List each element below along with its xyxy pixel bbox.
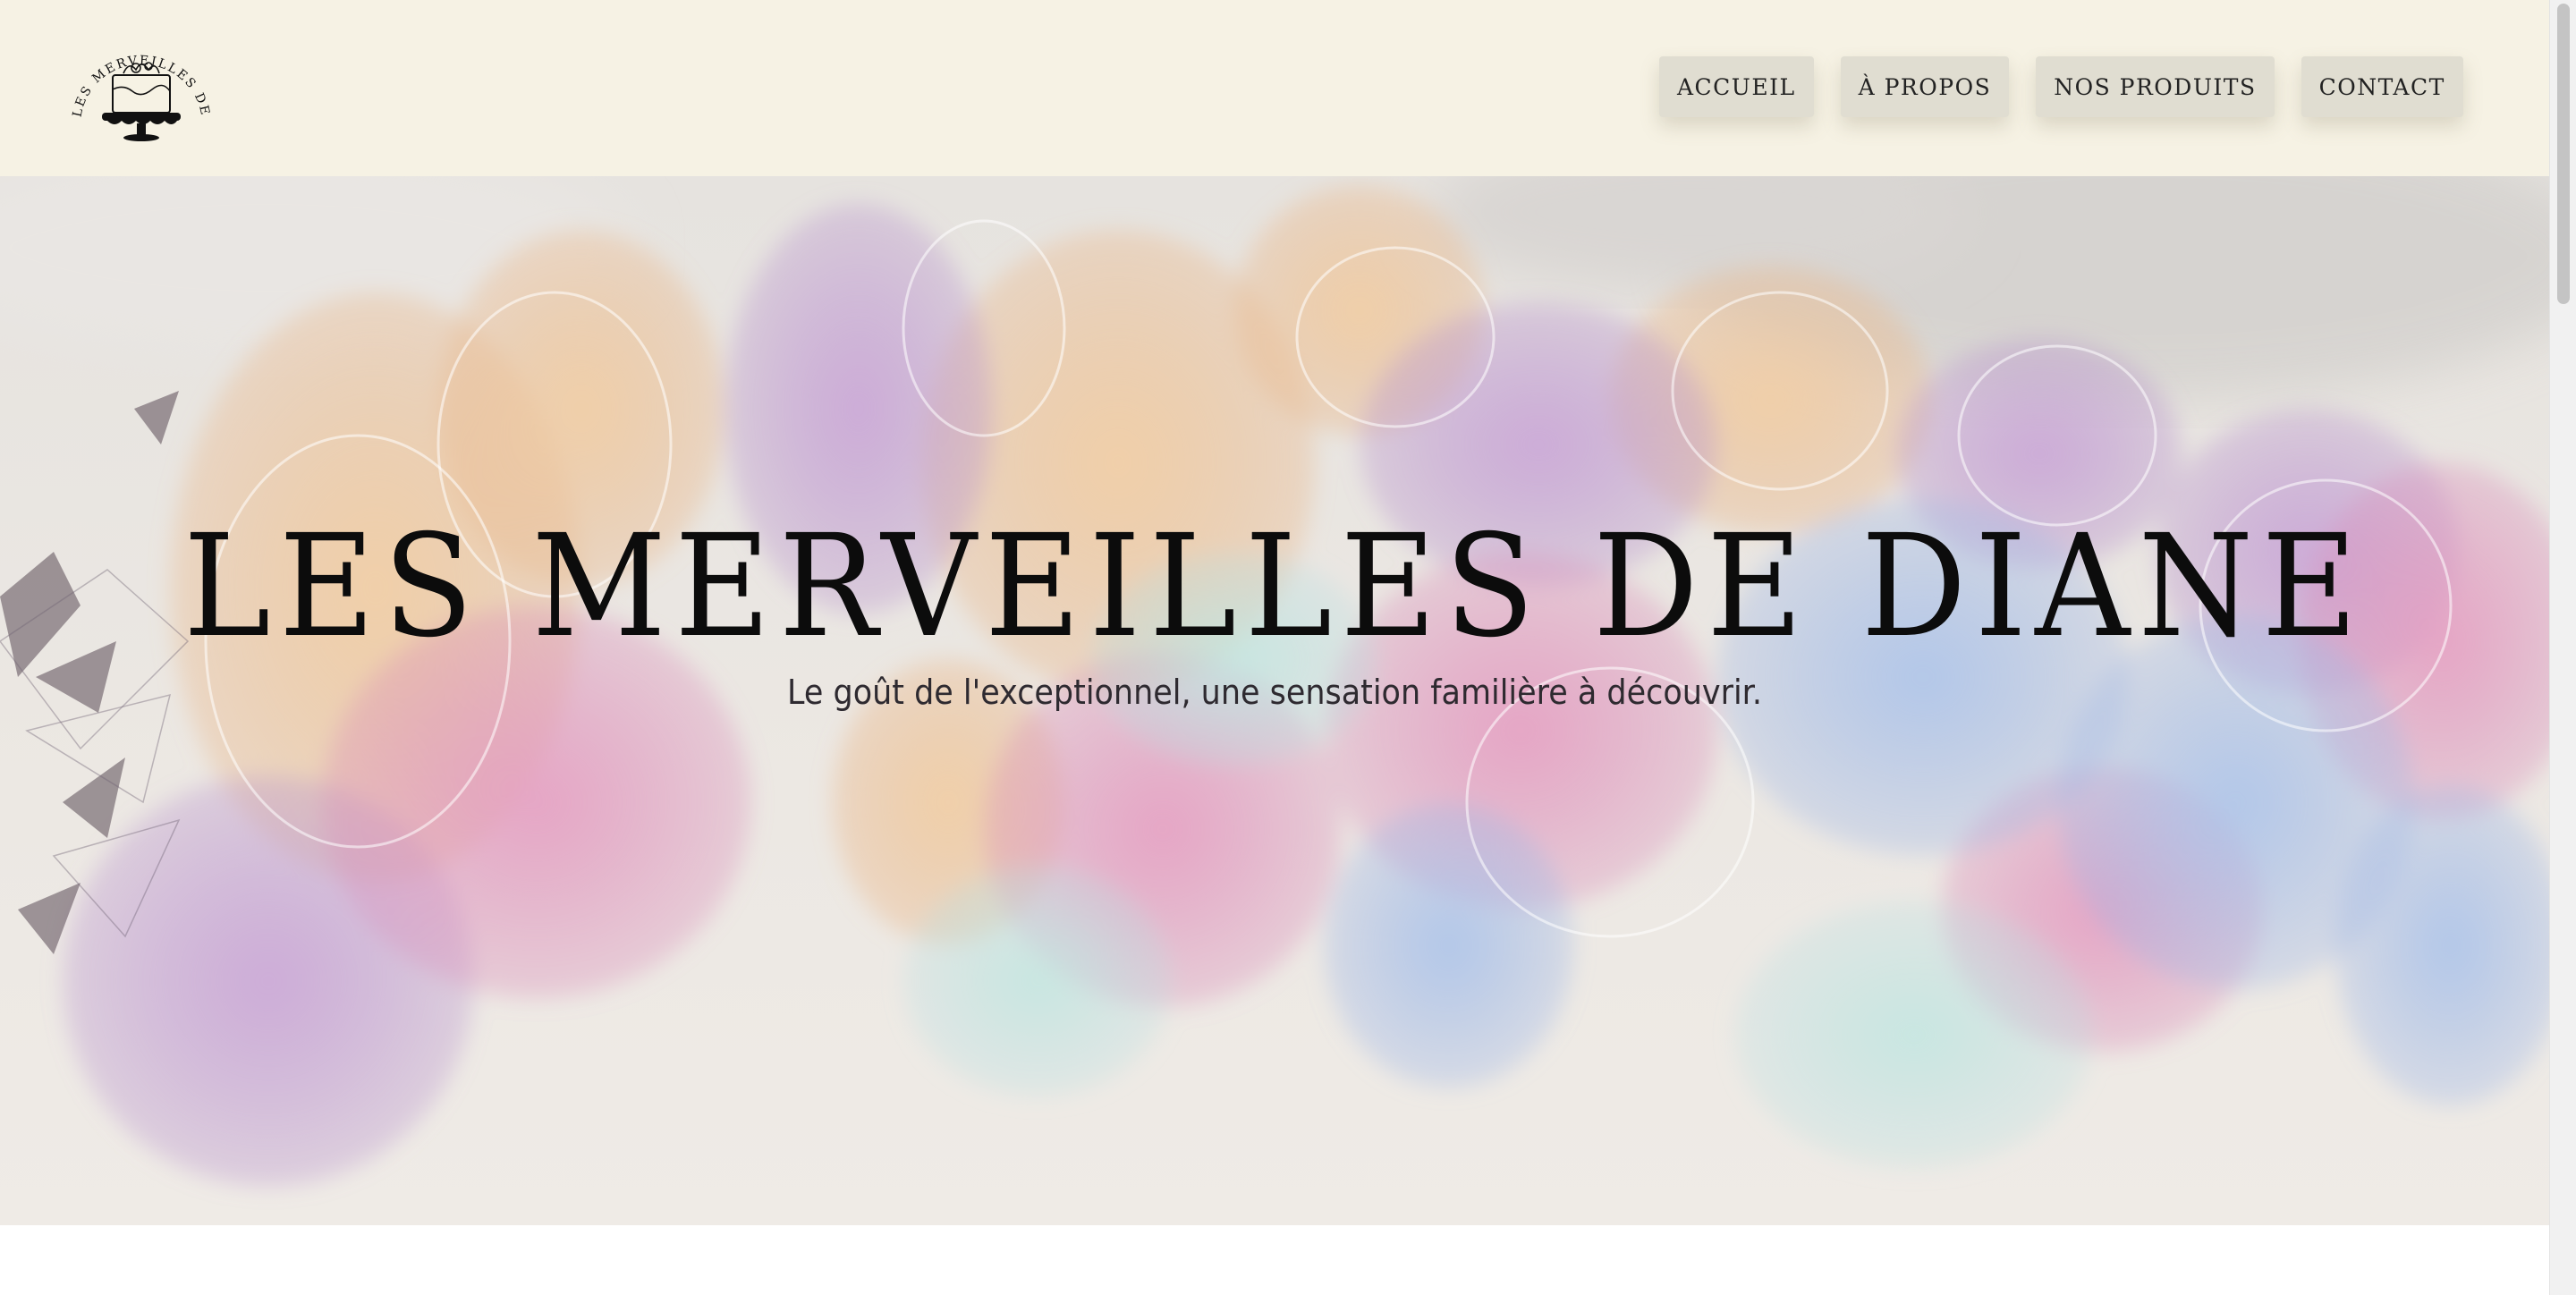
scrollbar-thumb[interactable] [2557, 4, 2570, 304]
site-header: LES MERVEILLES DE DIANE ACCUEIL À PROPOS… [0, 0, 2549, 176]
main-nav: ACCUEIL À PROPOS NOS PRODUITS CONTACT [1659, 56, 2463, 117]
hero-subtitle: Le goût de l'exceptionnel, une sensation… [787, 673, 1762, 712]
nav-accueil-button[interactable]: ACCUEIL [1659, 56, 1814, 117]
hero-title: LES MERVEILLES DE DIANE [182, 504, 2367, 669]
nav-contact-button[interactable]: CONTACT [2301, 56, 2463, 117]
page-scrollbar[interactable] [2549, 0, 2576, 1295]
nav-a-propos-button[interactable]: À PROPOS [1840, 56, 2010, 117]
nav-nos-produits-button[interactable]: NOS PRODUITS [2036, 56, 2275, 117]
cake-stand-icon: LES MERVEILLES DE DIANE [64, 9, 211, 141]
brand-logo[interactable]: LES MERVEILLES DE DIANE [64, 9, 213, 143]
hero-banner: LES MERVEILLES DE DIANE Le goût de l'exc… [0, 176, 2549, 1225]
page: LES MERVEILLES DE DIANE ACCUEIL À PROPOS… [0, 0, 2549, 1295]
